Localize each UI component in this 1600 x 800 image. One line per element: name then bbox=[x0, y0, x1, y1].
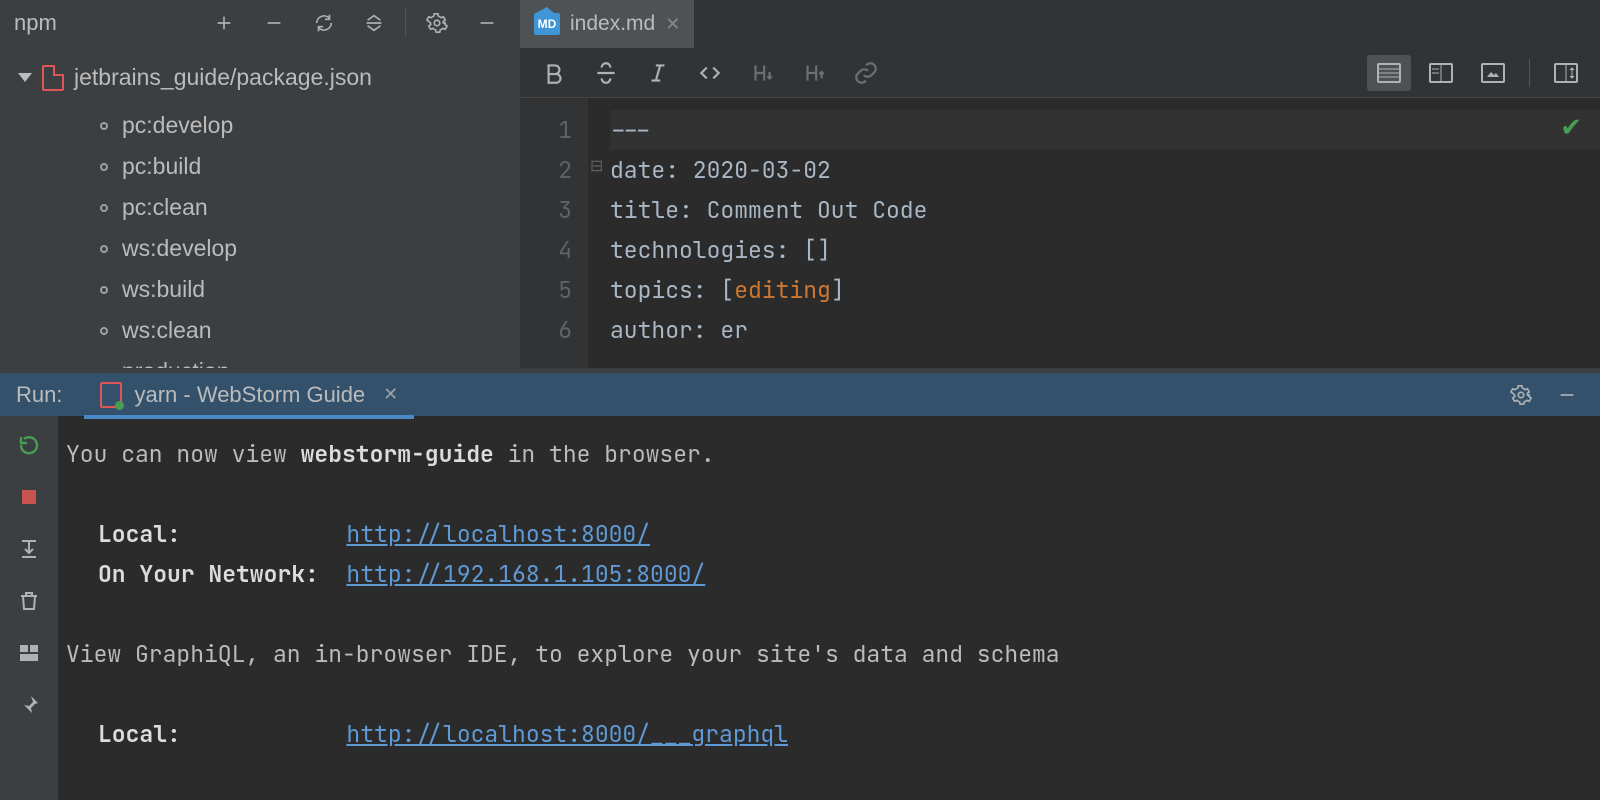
npm-script-label: pc:build bbox=[122, 153, 201, 180]
npm-root-label: jetbrains_guide/package.json bbox=[74, 64, 372, 91]
stop-icon[interactable] bbox=[16, 484, 42, 510]
line-gutter: 123 456 bbox=[520, 98, 588, 368]
link-icon[interactable] bbox=[844, 53, 888, 93]
bold-icon[interactable] bbox=[532, 53, 576, 93]
console-link-network[interactable]: http://192.168.1.105:8000/ bbox=[346, 559, 705, 589]
console-link-local[interactable]: http://localhost:8000/ bbox=[346, 519, 650, 549]
inspection-ok-icon[interactable]: ✔ bbox=[1560, 112, 1582, 143]
npm-script-label: pc:develop bbox=[122, 112, 233, 139]
npm-script-item[interactable]: ws:clean bbox=[100, 310, 510, 351]
editor-area: MD index.md ✕ 123 456 ⊟ bbox=[520, 0, 1600, 368]
scroll-sync-icon[interactable] bbox=[1544, 55, 1588, 91]
view-preview-only-icon[interactable] bbox=[1471, 55, 1515, 91]
npm-script-label: ws:develop bbox=[122, 235, 237, 262]
run-tab-label: yarn - WebStorm Guide bbox=[134, 382, 365, 408]
console-text: You can now view bbox=[66, 439, 301, 469]
console-text: in the browser. bbox=[494, 439, 715, 469]
console-text: webstorm-guide bbox=[301, 439, 494, 469]
console-text: View GraphiQL, an in-browser IDE, to exp… bbox=[66, 639, 1060, 669]
header-dec-icon[interactable] bbox=[740, 53, 784, 93]
code-line: author: er bbox=[610, 315, 748, 345]
code-line: date: 2020-03-02 bbox=[610, 155, 831, 185]
bullet-icon bbox=[100, 245, 108, 253]
rerun-icon[interactable] bbox=[16, 432, 42, 458]
console-label: Local: bbox=[98, 519, 181, 549]
minimize-icon[interactable] bbox=[462, 0, 512, 46]
layout-icon[interactable] bbox=[16, 640, 42, 666]
npm-script-label: pc:clean bbox=[122, 194, 208, 221]
package-json-icon bbox=[42, 65, 64, 91]
npm-script-item[interactable]: pc:develop bbox=[100, 105, 510, 146]
bullet-icon bbox=[100, 163, 108, 171]
code-line: --- bbox=[610, 115, 651, 145]
markdown-file-icon: MD bbox=[534, 13, 560, 35]
npm-title: npm bbox=[14, 10, 57, 36]
separator bbox=[405, 9, 406, 37]
code-line: topics: [ bbox=[610, 275, 734, 305]
console-output[interactable]: You can now view webstorm-guide in the b… bbox=[58, 416, 1600, 800]
tab-filename: index.md bbox=[570, 12, 655, 36]
clear-all-icon[interactable] bbox=[16, 588, 42, 614]
pin-icon[interactable] bbox=[16, 692, 42, 718]
editor-tab-indexmd[interactable]: MD index.md ✕ bbox=[520, 0, 694, 48]
npm-toolbar: npm bbox=[0, 0, 520, 46]
code-line: title: Comment Out Code bbox=[610, 195, 927, 225]
view-editor-only-icon[interactable] bbox=[1367, 55, 1411, 91]
run-tab-yarn[interactable]: yarn - WebStorm Guide ✕ bbox=[84, 374, 414, 419]
markdown-toolbar bbox=[520, 48, 1600, 98]
settings-icon[interactable] bbox=[1498, 384, 1544, 406]
chevron-down-icon bbox=[18, 73, 32, 82]
npm-tool-window: npm jetbrains_guide/package.json pc:deve… bbox=[0, 0, 520, 368]
code-icon[interactable] bbox=[688, 53, 732, 93]
view-editor-preview-icon[interactable] bbox=[1419, 55, 1463, 91]
console-label: Local: bbox=[98, 719, 181, 749]
bullet-icon bbox=[100, 327, 108, 335]
separator bbox=[1529, 59, 1530, 87]
console-link-graphql[interactable]: http://localhost:8000/___graphql bbox=[346, 719, 788, 749]
run-label: Run: bbox=[16, 382, 62, 408]
remove-icon[interactable] bbox=[249, 0, 299, 46]
npm-script-label: ws:build bbox=[122, 276, 205, 303]
italic-icon[interactable] bbox=[636, 53, 680, 93]
refresh-icon[interactable] bbox=[299, 0, 349, 46]
run-tool-window: Run: yarn - WebStorm Guide ✕ You can now… bbox=[0, 368, 1600, 800]
npm-script-item[interactable]: pc:build bbox=[100, 146, 510, 187]
header-inc-icon[interactable] bbox=[792, 53, 836, 93]
npm-script-item[interactable]: ws:build bbox=[100, 269, 510, 310]
close-tab-icon[interactable]: ✕ bbox=[383, 384, 398, 405]
npm-script-item[interactable]: ws:develop bbox=[100, 228, 510, 269]
npm-script-item[interactable]: pc:clean bbox=[100, 187, 510, 228]
scroll-to-end-icon[interactable] bbox=[16, 536, 42, 562]
code-line: technologies: [] bbox=[610, 235, 831, 265]
settings-icon[interactable] bbox=[412, 0, 462, 46]
add-icon[interactable] bbox=[199, 0, 249, 46]
bullet-icon bbox=[100, 122, 108, 130]
fold-icon[interactable]: ⊟ bbox=[590, 156, 603, 176]
strikethrough-icon[interactable] bbox=[584, 53, 628, 93]
run-header: Run: yarn - WebStorm Guide ✕ bbox=[0, 368, 1600, 416]
bullet-icon bbox=[100, 204, 108, 212]
collapse-all-icon[interactable] bbox=[349, 0, 399, 46]
close-tab-icon[interactable]: ✕ bbox=[665, 14, 680, 35]
run-config-icon bbox=[100, 382, 122, 408]
code-token: editing bbox=[734, 275, 831, 305]
console-label: On Your Network: bbox=[98, 559, 319, 589]
editor-tabbar: MD index.md ✕ bbox=[520, 0, 1600, 48]
code-editor[interactable]: 123 456 ⊟ --- date: 2020-03-02 title: Co… bbox=[520, 98, 1600, 368]
npm-tree-root[interactable]: jetbrains_guide/package.json bbox=[18, 64, 510, 91]
run-side-toolbar bbox=[0, 416, 58, 800]
npm-script-label: ws:clean bbox=[122, 317, 211, 344]
bullet-icon bbox=[100, 286, 108, 294]
code-line: ] bbox=[831, 275, 845, 305]
minimize-icon[interactable] bbox=[1544, 384, 1590, 406]
